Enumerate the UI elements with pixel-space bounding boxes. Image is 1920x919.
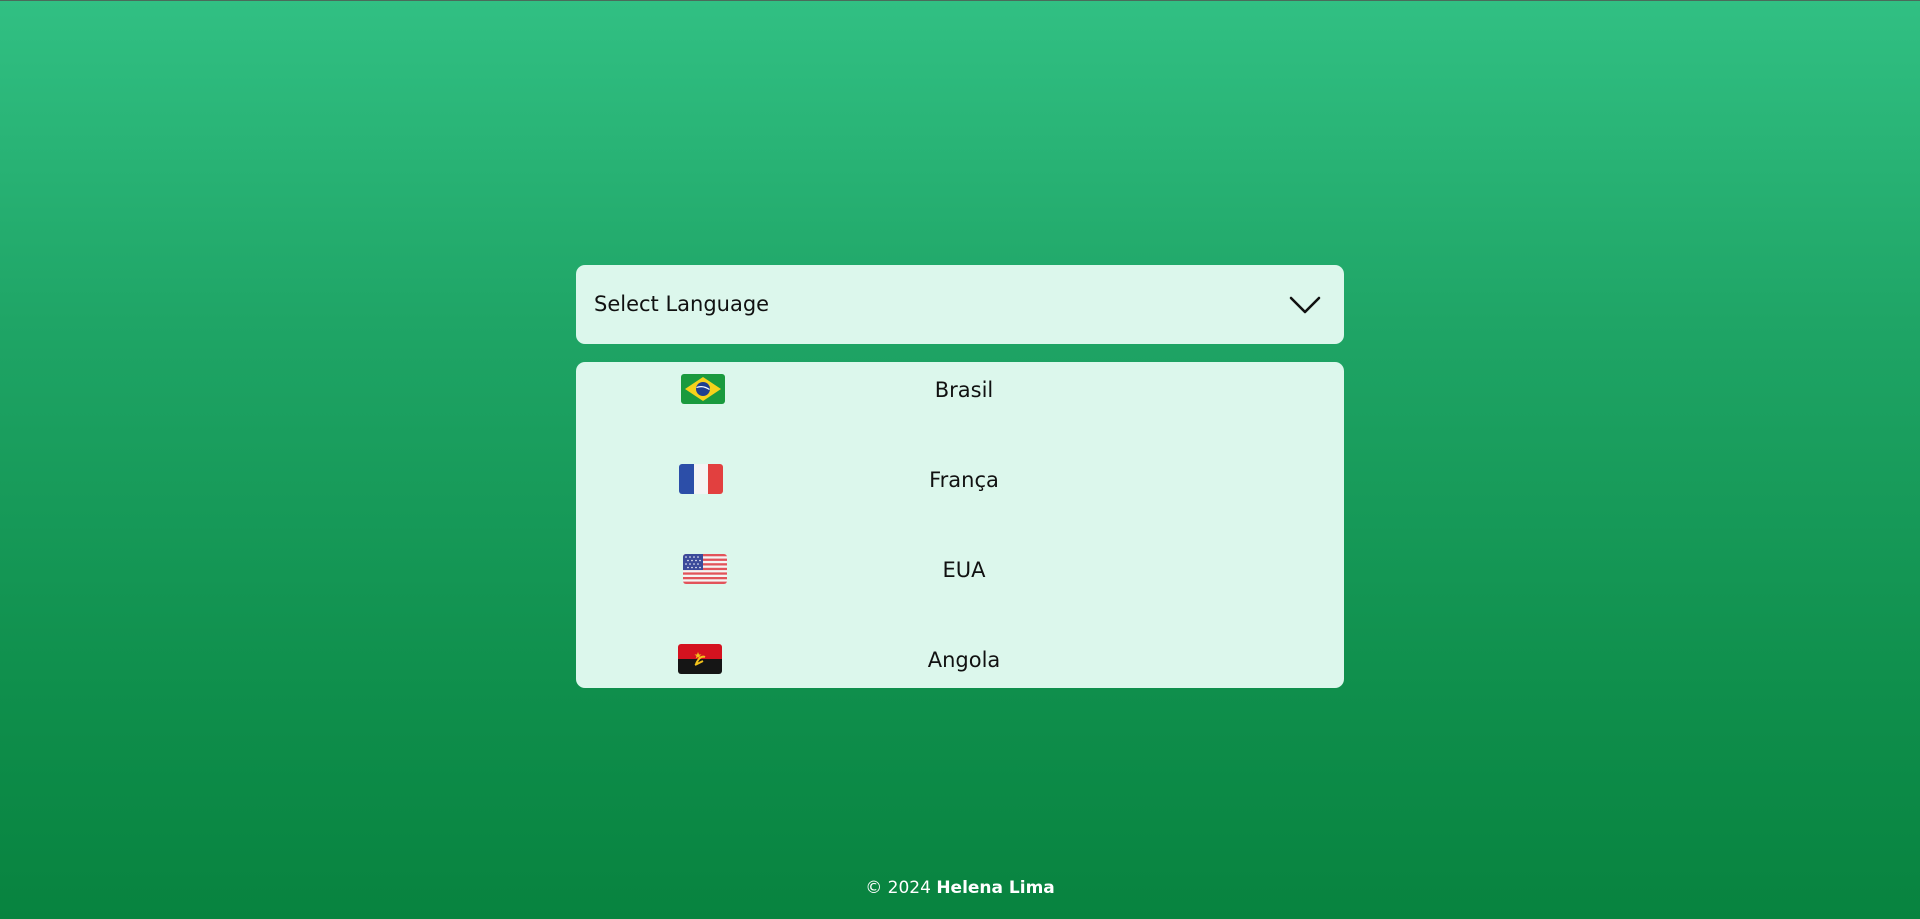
footer: © 2024 Helena Lima <box>0 878 1920 898</box>
option-label: Brasil <box>934 378 994 402</box>
footer-author: Helena Lima <box>936 878 1055 898</box>
option-franca[interactable]: França <box>576 452 1344 508</box>
select-placeholder: Select Language <box>594 292 770 316</box>
option-angola[interactable]: Angola <box>576 632 1344 688</box>
option-eua[interactable]: EUA <box>576 542 1344 598</box>
option-label: França <box>929 468 999 492</box>
chevron-down-icon[interactable] <box>1288 291 1322 317</box>
language-select[interactable]: Select Language <box>576 265 1344 344</box>
option-label: Angola <box>927 648 1001 672</box>
language-dropdown-list: Brasil França EUA Angola <box>576 362 1344 688</box>
footer-copyright: © 2024 <box>865 878 931 898</box>
option-brasil[interactable]: Brasil <box>576 362 1344 418</box>
option-label: EUA <box>942 558 986 582</box>
top-border <box>0 0 1920 1</box>
